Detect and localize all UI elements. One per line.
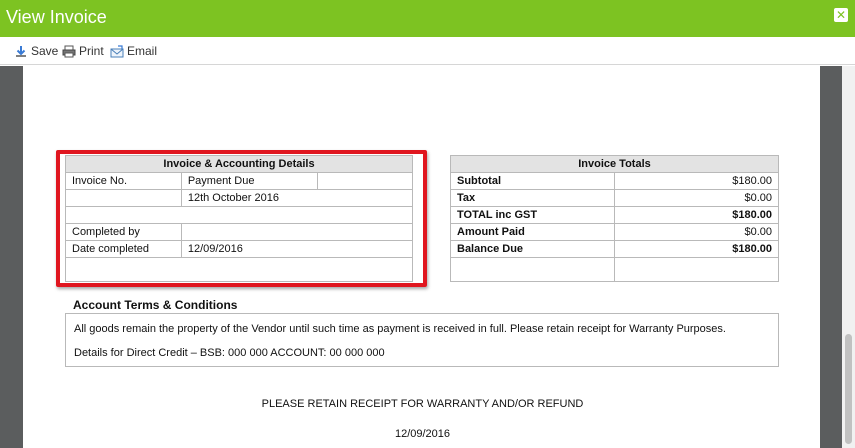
payment-due-value: 12th October 2016 (180, 189, 414, 207)
footer-date: 12/09/2016 (394, 428, 451, 440)
email-button[interactable]: Email (110, 44, 157, 58)
scrollbar-thumb[interactable] (845, 334, 852, 444)
print-button[interactable]: Print (62, 44, 104, 58)
email-label: Email (127, 44, 158, 58)
print-label: Print (79, 44, 104, 58)
invoice-no-label: Invoice No. (65, 172, 182, 190)
completed-by-label: Completed by (65, 223, 182, 241)
invoice-totals-title: Invoice Totals (450, 155, 779, 173)
totals-row-value: $180.00 (613, 240, 780, 258)
payment-due-label: Payment Due (180, 172, 319, 190)
printer-icon (62, 45, 76, 57)
invoice-no-value (65, 189, 182, 207)
terms-line-2: Details for Direct Credit – BSB: 000 000… (74, 347, 385, 359)
terms-box: All goods remain the property of the Ven… (65, 313, 779, 367)
footer-note: PLEASE RETAIN RECEIPT FOR WARRANTY AND/O… (261, 398, 584, 410)
invoice-totals-table: Invoice Totals Subtotal $180.00 Tax $0.0… (450, 155, 780, 282)
completed-by-value (180, 223, 414, 241)
empty-cell (450, 257, 615, 282)
save-icon (16, 45, 26, 57)
empty-row (65, 257, 413, 282)
save-label: Save (31, 44, 59, 58)
window-title: View Invoice (6, 7, 107, 27)
date-completed-label: Date completed (65, 240, 182, 258)
totals-row-label: Subtotal (450, 172, 615, 190)
empty-cell (317, 172, 413, 190)
totals-row-label: Tax (450, 189, 615, 207)
toolbar: Save Print Email (0, 37, 855, 65)
empty-cell (613, 257, 780, 282)
title-bar: View Invoice ✕ (0, 0, 855, 37)
date-completed-value: 12/09/2016 (180, 240, 414, 258)
accounting-details-table: Invoice & Accounting Details Invoice No.… (65, 155, 414, 282)
totals-row-value: $180.00 (613, 206, 780, 224)
totals-row-label: TOTAL inc GST (450, 206, 615, 224)
save-button[interactable]: Save (14, 44, 58, 58)
terms-line-1: All goods remain the property of the Ven… (74, 323, 726, 335)
accounting-details-title: Invoice & Accounting Details (65, 155, 413, 173)
totals-row-label: Amount Paid (450, 223, 615, 241)
totals-row-value: $0.00 (613, 189, 780, 207)
totals-row-label: Balance Due (450, 240, 615, 258)
scrollbar[interactable] (842, 66, 855, 448)
close-icon[interactable]: ✕ (834, 8, 848, 22)
email-icon (110, 44, 124, 57)
spacer-row (65, 206, 413, 224)
totals-row-value: $0.00 (613, 223, 780, 241)
totals-row-value: $180.00 (613, 172, 780, 190)
terms-title: Account Terms & Conditions (73, 298, 238, 312)
